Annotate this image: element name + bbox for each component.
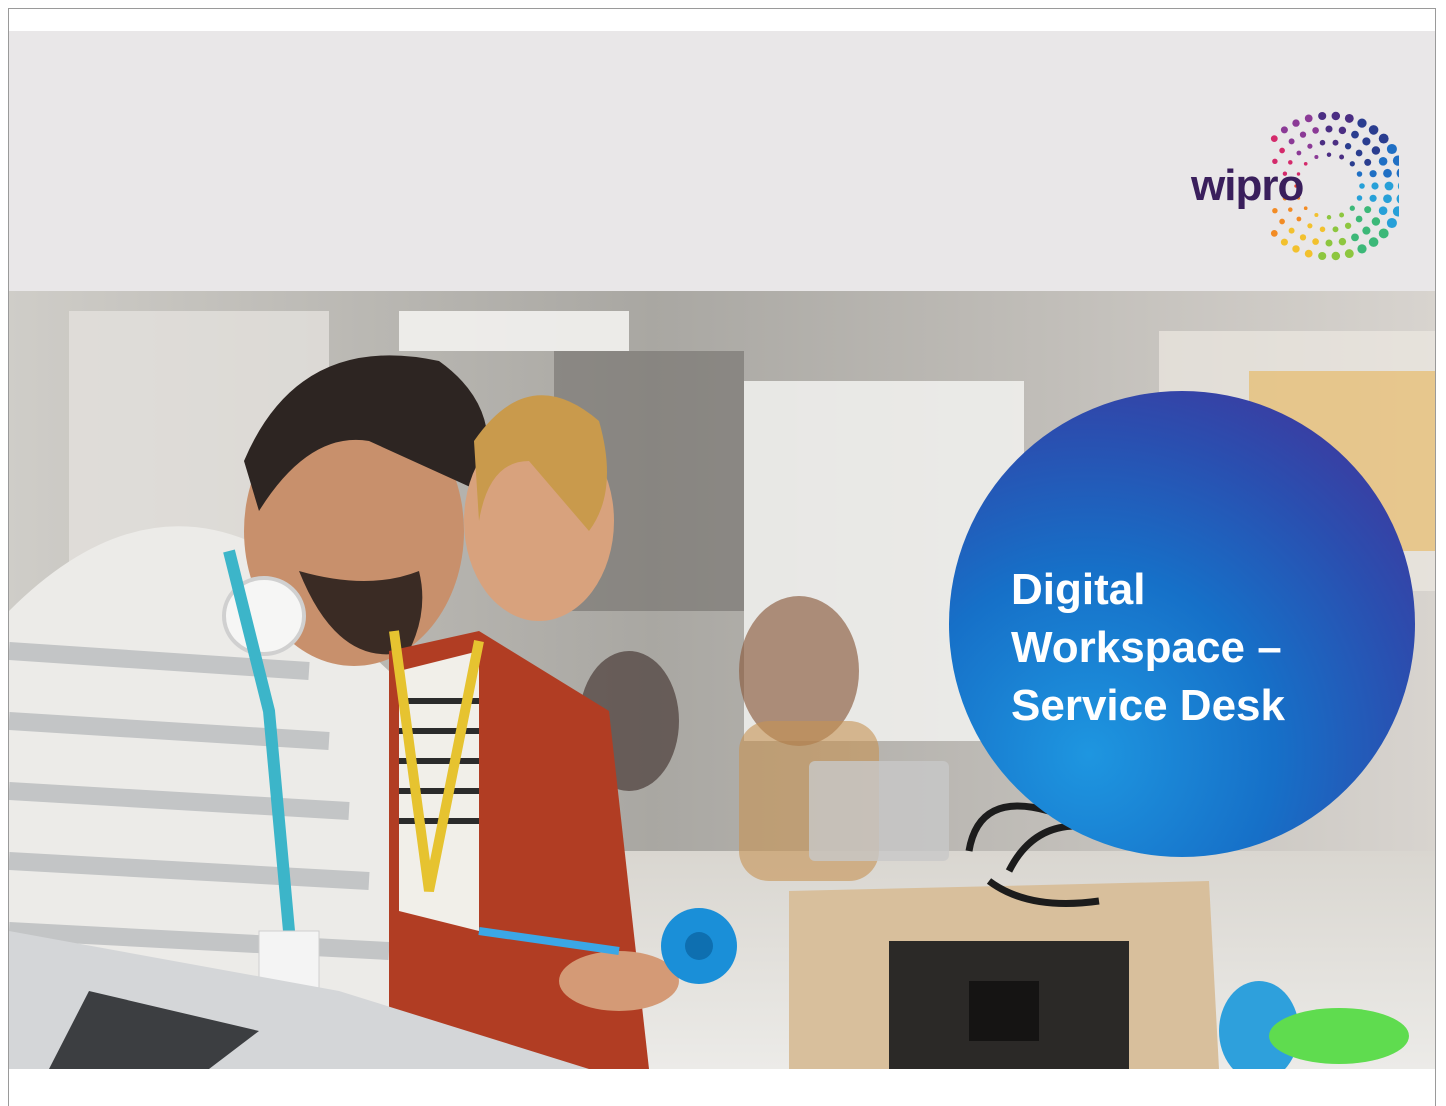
logo-dot	[1292, 245, 1300, 253]
logo-dot	[1331, 251, 1341, 261]
logo-dot	[1331, 111, 1341, 121]
logo-dot	[1318, 111, 1327, 121]
logo-dot	[1338, 126, 1347, 135]
logo-dot	[1318, 251, 1327, 261]
logo-dot	[1356, 171, 1363, 177]
logo-dot	[1338, 237, 1347, 246]
logo-dot	[1369, 194, 1377, 202]
logo-dot	[1314, 154, 1319, 160]
logo-dot	[1362, 137, 1371, 146]
logo-dot	[1332, 226, 1339, 233]
logo-dot	[1332, 139, 1339, 146]
logo-dot	[1280, 238, 1288, 246]
logo-dot	[1383, 168, 1392, 178]
logo-dot	[1288, 138, 1295, 145]
logo-dot	[1325, 239, 1333, 247]
document-title: Digital Workspace – Service Desk	[1011, 561, 1391, 735]
logo-wordmark: wipro	[1191, 161, 1304, 210]
logo-dot	[1339, 212, 1345, 218]
logo-dot	[1349, 205, 1355, 211]
logo-dot	[1378, 206, 1388, 216]
logo-dot	[1292, 119, 1300, 127]
logo-dot	[1368, 125, 1379, 135]
logo-dot	[1357, 118, 1367, 128]
title-line-3: Service Desk	[1011, 681, 1285, 730]
logo-dot	[1362, 226, 1371, 235]
logo-dot	[1319, 139, 1326, 146]
logo-dot	[1326, 215, 1332, 220]
logo-dot	[1364, 206, 1372, 214]
logo-dot	[1296, 150, 1302, 156]
logo-dot	[1356, 195, 1363, 201]
logo-dot	[1359, 183, 1365, 189]
logo-dot	[1392, 155, 1404, 166]
logo-dot	[1369, 170, 1377, 178]
logo-dot	[1307, 223, 1313, 229]
logo-dot	[1312, 238, 1319, 245]
logo-dot	[1344, 222, 1352, 229]
logo-dot	[1303, 206, 1308, 211]
logo-dot	[1288, 227, 1295, 234]
logo-dot	[1270, 230, 1278, 237]
logo-dot	[1349, 161, 1355, 167]
logo-dot	[1386, 217, 1397, 229]
logo-dot	[1326, 152, 1332, 157]
logo-dot	[1378, 156, 1388, 166]
title-line-1: Digital	[1011, 565, 1146, 614]
logo-dot	[1319, 226, 1326, 233]
logo-dot	[1312, 127, 1319, 134]
logo-dot	[1299, 234, 1307, 241]
logo-dot	[1378, 228, 1389, 239]
logo-dot	[1303, 161, 1308, 166]
logo-dot	[1357, 244, 1367, 254]
logo-dot	[1397, 180, 1409, 192]
logo-dot	[1355, 215, 1363, 223]
logo-dot	[1371, 146, 1381, 155]
logo-dot	[1371, 182, 1379, 190]
document-cover: wipro Digital Workspace – Service Desk	[8, 8, 1436, 1106]
logo-dot	[1296, 216, 1302, 222]
logo-dot	[1307, 143, 1313, 149]
logo-dot	[1351, 233, 1359, 242]
logo-dot	[1299, 131, 1307, 138]
logo-dot	[1280, 126, 1288, 134]
title-line-2: Workspace –	[1011, 623, 1282, 672]
logo-dot	[1304, 249, 1313, 258]
logo-dot	[1351, 130, 1359, 139]
logo-dot	[1344, 143, 1352, 150]
header-band: wipro	[9, 31, 1435, 297]
logo-dot	[1279, 218, 1285, 225]
logo-dot	[1344, 113, 1354, 123]
logo-dot	[1314, 212, 1319, 218]
logo-dot	[1364, 158, 1372, 166]
logo-dot	[1368, 237, 1379, 247]
title-badge: Digital Workspace – Service Desk	[949, 391, 1415, 857]
logo-dot	[1304, 114, 1313, 123]
logo-dot	[1371, 217, 1381, 226]
logo-dot	[1386, 143, 1397, 155]
logo-dot	[1384, 181, 1394, 191]
logo-dot	[1392, 206, 1404, 217]
logo-dot	[1339, 154, 1345, 160]
logo-dot	[1325, 125, 1333, 133]
logo-dot	[1279, 147, 1285, 154]
logo-dot	[1355, 149, 1363, 157]
logo-dot	[1270, 135, 1278, 142]
logo-dot	[1344, 249, 1354, 259]
logo-dot	[1383, 194, 1392, 204]
logo-dot	[1396, 193, 1407, 205]
wipro-logo: wipro	[1179, 101, 1409, 271]
logo-dot	[1396, 167, 1407, 179]
logo-dot	[1378, 133, 1389, 144]
